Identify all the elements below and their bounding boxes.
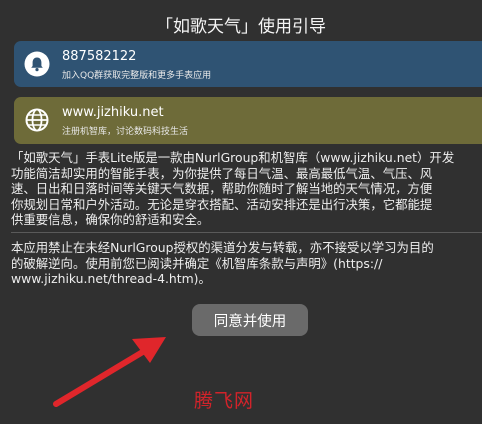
- website-url: www.jizhiku.net: [62, 105, 164, 120]
- website-card[interactable]: www.jizhiku.net 注册机智库，讨论数码科技生活: [14, 97, 482, 144]
- intro-paragraph: 「如歌天气」手表Lite版是一款由NurlGroup和机智库（www.jizhi…: [11, 150, 482, 228]
- intro-line: 功能简洁却实用的智能手表，为你提供了每日气温、最高最低气温、气压、风: [11, 165, 433, 181]
- notice-paragraph: 本应用禁止在未经NurlGroup授权的渠道分发与转载，亦不接受以学习为目的 的…: [11, 240, 482, 287]
- intro-line: 供重要信息，确保你的舒适和安全。: [11, 212, 210, 227]
- qq-group-number: 887582122: [62, 49, 137, 64]
- qq-group-card[interactable]: 887582122 加入QQ群获取完整版和更多手表应用: [14, 41, 482, 87]
- intro-line: 速、日出和日落时间等关键天气数据，帮助你随时了解当地的天气情况，方便: [11, 181, 433, 196]
- watermark-text: 腾飞网: [194, 390, 255, 412]
- notice-line: 的破解逆向。使用前您已阅读并确定《机智库条款与声明》(https://: [11, 255, 383, 271]
- intro-line: 你规划日常和户外活动。无论是穿衣搭配、活动安排还是出行决策，它都能提: [11, 196, 433, 212]
- section-divider: [11, 232, 482, 233]
- agree-and-use-button[interactable]: 同意并使用: [192, 304, 308, 336]
- website-description: 注册机智库，讨论数码科技生活: [62, 127, 189, 137]
- dialog-title: 「如歌天气」使用引导: [156, 17, 326, 37]
- bell-icon: [24, 51, 50, 77]
- notice-line: www.jizhiku.net/thread-4.htm)。: [11, 271, 211, 286]
- notice-line: 本应用禁止在未经NurlGroup授权的渠道分发与转载，亦不接受以学习为目的: [11, 240, 434, 255]
- qq-group-description: 加入QQ群获取完整版和更多手表应用: [62, 71, 212, 81]
- intro-line: 「如歌天气」手表Lite版是一款由NurlGroup和机智库（www.jizhi…: [11, 150, 455, 165]
- globe-icon: [24, 107, 50, 133]
